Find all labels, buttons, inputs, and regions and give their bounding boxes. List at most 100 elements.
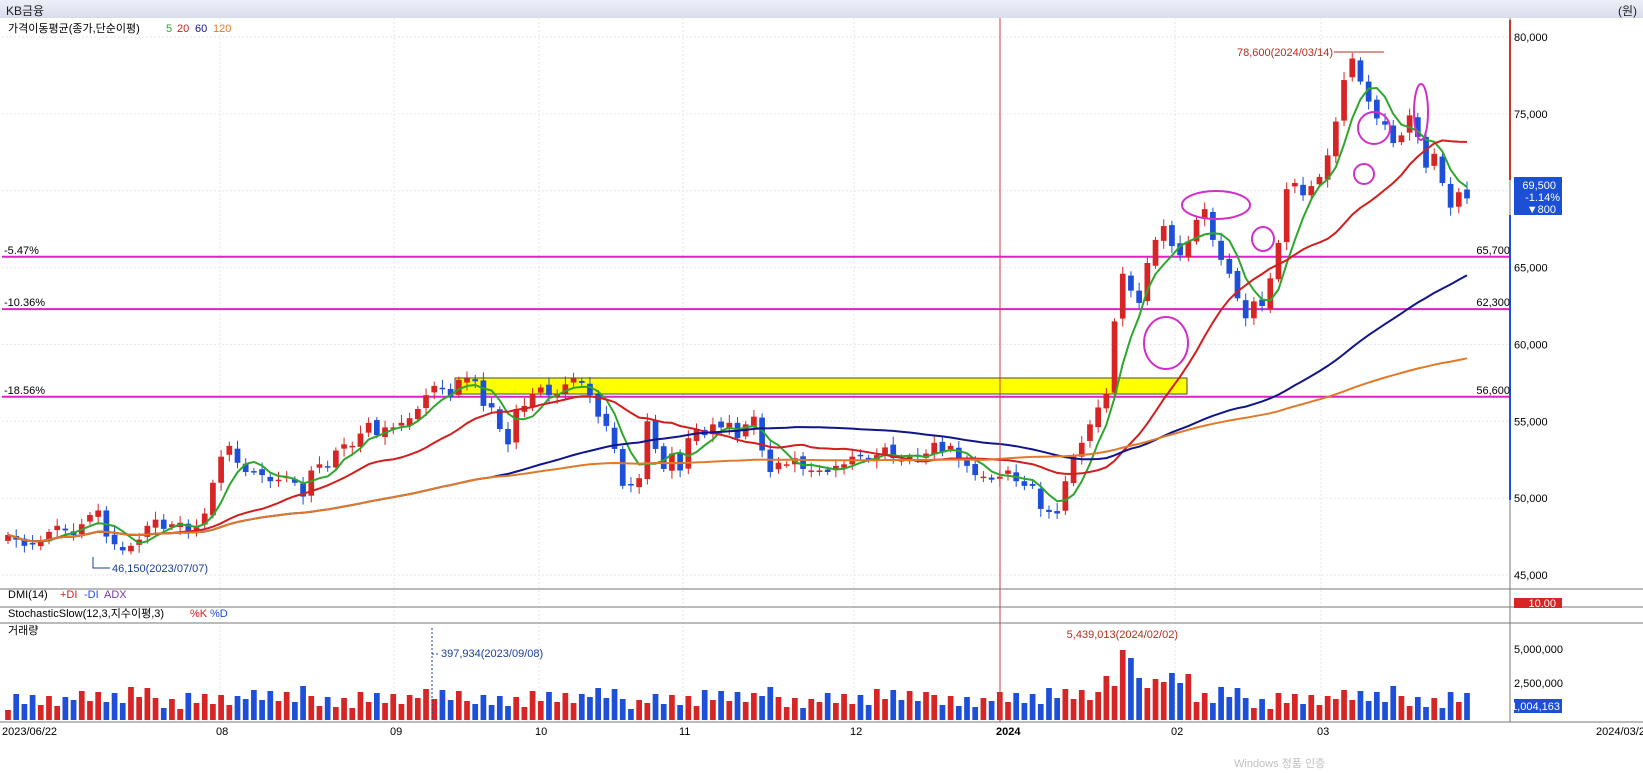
candle [1062, 481, 1069, 511]
candle [1251, 301, 1257, 319]
volume-bar [931, 695, 938, 720]
candle [1152, 239, 1159, 266]
volume-bar [357, 692, 364, 720]
volume-bar [210, 704, 216, 720]
volume-bar [283, 692, 290, 720]
candle [1316, 176, 1323, 185]
volume-bar [136, 697, 142, 720]
volume-bar [742, 702, 749, 720]
volume-bar [316, 706, 323, 720]
candle [480, 380, 487, 406]
volume-bar [865, 705, 872, 720]
volume-current: 1,004,163 [1511, 701, 1560, 713]
candle [685, 438, 692, 469]
volume-bar [1283, 703, 1290, 720]
candle [1267, 278, 1274, 309]
candle [775, 462, 782, 470]
candle [431, 385, 438, 393]
volume-bar [1382, 702, 1388, 720]
stock-chart[interactable]: 80,00075,00070,00065,00060,00055,00050,0… [0, 0, 1643, 773]
x-month-label: 12 [850, 726, 862, 738]
volume-bar [857, 695, 864, 720]
volume-bar [1242, 698, 1249, 720]
volume-bar [259, 700, 265, 720]
volume-bar [324, 697, 331, 720]
volume-bar [1185, 674, 1192, 720]
volume-bar [529, 691, 536, 720]
volume-bar [726, 701, 733, 720]
x-start-date: 2023/06/22 [2, 726, 57, 738]
volume-bar [513, 697, 520, 720]
volume-bar [1054, 698, 1061, 720]
candle [1218, 240, 1224, 260]
candle [1390, 125, 1397, 144]
level-value-2: 62,300 [1476, 297, 1510, 309]
volume-bar [177, 709, 183, 720]
volume-bar [767, 687, 774, 720]
volume-bar [980, 698, 987, 720]
volume-bar [505, 706, 511, 720]
volume-bar [955, 706, 962, 720]
candle [587, 383, 593, 396]
volume-bar [1095, 692, 1102, 720]
volume-bar [87, 701, 93, 720]
volume-bar [1414, 697, 1421, 720]
volume-bar [373, 693, 380, 720]
volume-bar [128, 687, 134, 720]
candle [857, 454, 864, 457]
volume-bar [578, 694, 585, 720]
volume-bar [1431, 698, 1438, 720]
volume-bar [1275, 693, 1282, 720]
candle [816, 470, 823, 472]
candle [439, 387, 446, 390]
level-pct-1: -5.47% [4, 245, 39, 257]
level-pct-3: -18.56% [4, 385, 45, 397]
volume-bar [78, 691, 85, 720]
volume-bar [619, 699, 626, 720]
volume-bar [1316, 705, 1323, 720]
volume-bar [1087, 700, 1093, 720]
volume-bar [414, 698, 421, 720]
volume-bar [1152, 679, 1159, 720]
ma60-label: 60 [195, 23, 207, 35]
candle [529, 393, 536, 407]
candle [87, 515, 93, 522]
candle [373, 420, 380, 436]
volume-bar [570, 703, 577, 720]
volume-bar [1259, 699, 1265, 720]
volume-bar [70, 700, 77, 720]
volume-bar [595, 688, 602, 720]
volume-bar [906, 691, 913, 720]
volume-bar [1455, 702, 1462, 720]
volume-bar [783, 707, 790, 720]
volume-bar [751, 693, 757, 720]
volume-bar [242, 699, 249, 720]
candle [1439, 156, 1446, 184]
candle [1464, 189, 1470, 199]
volume-bar [193, 703, 200, 720]
candle [644, 421, 651, 480]
volume-bar [1169, 673, 1175, 720]
x-month-label: 10 [535, 726, 547, 738]
candle [1431, 153, 1438, 166]
candle [226, 445, 233, 455]
volume-bar [833, 703, 839, 720]
volume-bar [5, 710, 11, 720]
volume-bar [685, 696, 692, 720]
volume-bar [1357, 691, 1364, 720]
volume-bar [701, 690, 708, 720]
candle [62, 528, 69, 531]
volume-bar [1300, 704, 1306, 720]
candle [980, 476, 987, 479]
volume-bar [226, 705, 233, 720]
volume-bar [1349, 700, 1356, 720]
volume-bar [841, 694, 847, 720]
candle [513, 408, 520, 443]
volume-bar [1193, 702, 1200, 720]
volume-bar [1136, 678, 1142, 720]
candle [677, 453, 683, 471]
volume-bar [882, 699, 888, 720]
volume-bar [1341, 690, 1347, 720]
ma-label: 가격이동평균(종가,단순이평) [8, 22, 140, 35]
volume-bar [603, 698, 610, 720]
